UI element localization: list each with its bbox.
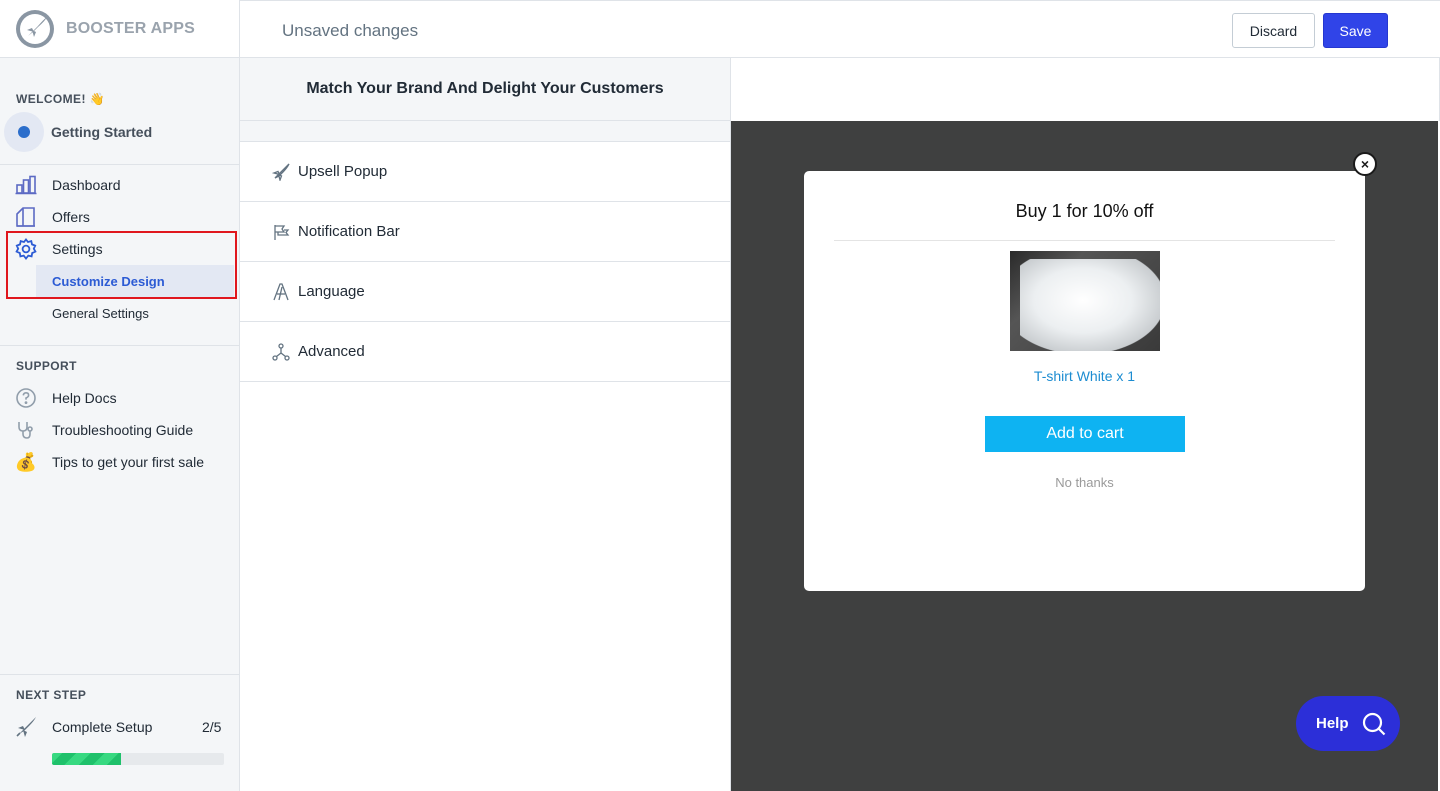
unsaved-changes-label: Unsaved changes [282,21,419,40]
sidebar-item-help-docs[interactable]: Help Docs [14,387,117,409]
design-panel-header: Match Your Brand And Delight Your Custom… [240,58,730,121]
setup-progress-count: 2/5 [202,719,222,735]
popup-preview-area: Buy 1 for 10% off T-shirt White x 1 Add … [731,121,1438,791]
bar-chart-icon [14,174,38,196]
money-bag-icon: 💰 [14,451,38,472]
setup-progress-fill [52,753,121,765]
sidebar-item-troubleshooting[interactable]: Troubleshooting Guide [14,419,193,441]
panel-spacer [240,121,730,142]
product-name-link[interactable]: T-shirt White x 1 [804,368,1365,384]
upsell-popup-preview: Buy 1 for 10% off T-shirt White x 1 Add … [804,171,1365,591]
menu-item-label: Language [298,283,365,300]
sidebar-item-label: Dashboard [52,177,121,193]
tshirt-image [1020,259,1160,351]
sidebar-item-label: Tips to get your first sale [52,454,204,470]
no-thanks-link[interactable]: No thanks [804,475,1365,490]
preview-header [731,58,1440,121]
welcome-heading: WELCOME! 👋 [16,92,105,106]
menu-item-label: Notification Bar [298,223,400,240]
add-to-cart-button[interactable]: Add to cart [985,416,1185,452]
help-label: Help [1316,715,1349,732]
popup-title: Buy 1 for 10% off [1015,201,1154,221]
sidebar: BOOSTER APPS WELCOME! 👋 Getting Started … [0,0,240,791]
getting-started-label: Getting Started [51,124,153,140]
menu-item-notification-bar[interactable]: Notification Bar [240,202,730,262]
discard-button[interactable]: Discard [1232,13,1315,48]
font-icon [272,282,290,301]
complete-setup-label: Complete Setup [52,719,153,735]
sidebar-item-tips[interactable]: 💰 Tips to get your first sale [14,451,204,473]
help-widget-button[interactable]: Help [1296,696,1400,751]
popup-divider [834,240,1335,241]
product-image [1010,251,1160,351]
menu-item-advanced[interactable]: Advanced [240,322,730,382]
sidebar-item-offers[interactable]: Offers [14,206,90,228]
status-dot-icon [4,112,44,152]
network-icon [272,342,290,361]
complete-setup-item[interactable]: Complete Setup [14,716,152,738]
search-icon [1362,712,1385,735]
sidebar-item-label: Troubleshooting Guide [52,422,194,438]
close-icon[interactable]: × [1353,152,1377,176]
flag-icon [272,223,290,241]
rocket-icon [14,716,38,738]
booster-rocket-logo-icon [16,9,54,48]
sidebar-item-label: Help Docs [52,390,117,406]
selection-highlight [6,231,237,299]
setup-progress-bar [52,753,224,765]
getting-started-item[interactable]: Getting Started [4,112,152,152]
sidebar-subitem-label: General Settings [52,305,149,321]
question-circle-icon [14,387,38,409]
save-button[interactable]: Save [1323,13,1388,48]
menu-item-label: Upsell Popup [298,163,388,180]
menu-item-upsell-popup[interactable]: Upsell Popup [240,142,730,202]
sidebar-item-dashboard[interactable]: Dashboard [14,174,121,196]
brand-name: BOOSTER APPS [66,19,195,37]
design-settings-panel: Match Your Brand And Delight Your Custom… [240,58,731,791]
sidebar-item-label: Offers [52,209,90,225]
top-bar: Unsaved changes Discard Save [240,0,1440,58]
sidebar-subitem-general-settings[interactable]: General Settings [36,297,234,329]
divider [0,345,239,346]
logo-bar: BOOSTER APPS [0,0,239,58]
next-step-heading: NEXT STEP [16,688,87,702]
rocket-outline-icon [272,163,290,181]
divider [0,674,239,675]
support-heading: SUPPORT [16,359,77,373]
offers-icon [14,206,38,228]
divider [0,164,239,165]
stethoscope-icon [14,419,38,441]
menu-item-language[interactable]: Language [240,262,730,322]
menu-item-label: Advanced [298,343,365,360]
